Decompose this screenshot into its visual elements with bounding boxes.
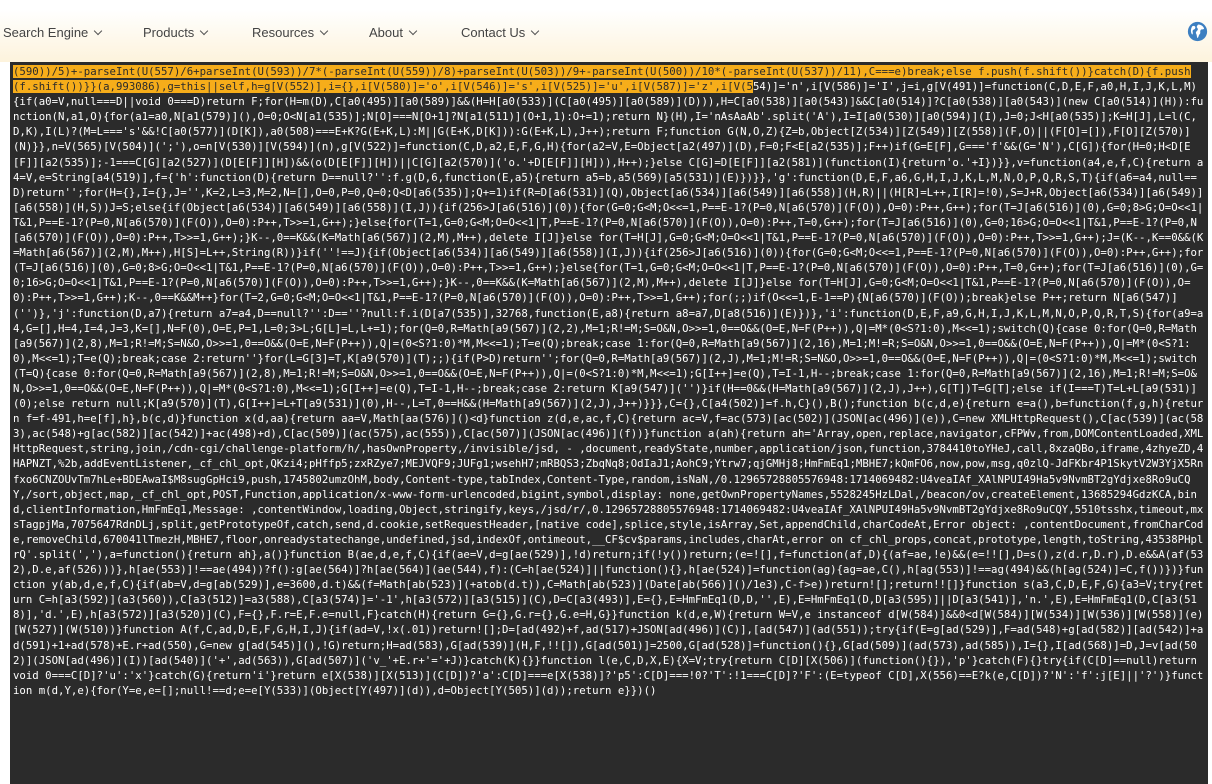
chevron-down-icon (200, 26, 209, 35)
nav-item-label: Search Engine (3, 24, 89, 40)
chevron-down-icon (408, 26, 418, 35)
code-body: 54)]='n',i[V(586)]='I',j=i,g[V(491)]=fun… (13, 80, 1204, 697)
nav-item-label: Resources (252, 24, 315, 40)
nav-item-label: About (369, 24, 403, 40)
code-viewer[interactable]: (590))/5)+-parseInt(U(557)/6+parseInt(U(… (10, 62, 1208, 784)
code-text[interactable]: (590))/5)+-parseInt(U(557)/6+parseInt(U(… (10, 62, 1208, 698)
nav-item-about[interactable]: About (369, 22, 418, 42)
chevron-down-icon (531, 26, 540, 35)
chevron-down-icon (319, 26, 329, 35)
top-navbar: Search Engine Products Resources About C… (0, 0, 1212, 62)
nav-item-resources[interactable]: Resources (252, 22, 329, 42)
nav-item-contact-us[interactable]: Contact Us (461, 22, 540, 42)
nav-item-label: Products (143, 24, 195, 40)
nav-item-products[interactable]: Products (143, 22, 209, 42)
globe-icon[interactable] (1187, 21, 1208, 42)
nav-item-search-engine[interactable]: Search Engine (3, 22, 103, 42)
chevron-down-icon (94, 26, 103, 35)
nav-item-label: Contact Us (461, 24, 526, 40)
